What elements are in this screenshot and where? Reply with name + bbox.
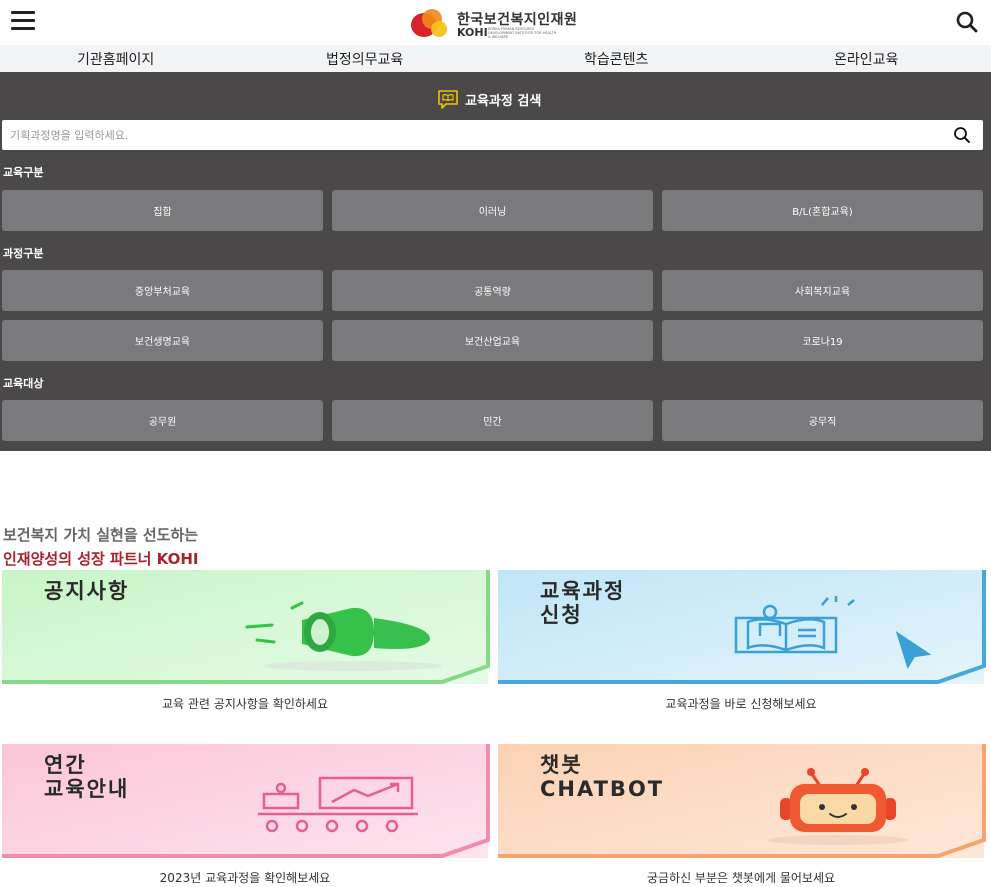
intro-tagline: 보건복지 가치 실현을 선도하는 [3,526,199,544]
kohi-logo-mark [411,9,447,37]
course-search-box [2,120,983,150]
hamburger-menu-icon[interactable] [11,11,35,31]
card-chatbot-title-line1: 챗봇 [540,753,583,777]
course-search-panel: 교육과정 검색 교육구분 집합 이러닝 B/L(혼합교육) 과정구분 중앙부처교… [0,72,991,451]
card-annual-education-guide-description: 2023년 교육과정을 확인해보세요 [159,871,331,885]
filter-chip-public-official[interactable]: 공무원 [2,400,323,441]
filter-chip-public-service-worker[interactable]: 공무직 [662,400,983,441]
nav-item-agency-homepage[interactable]: 기관홈페이지 [77,49,154,69]
search-icon[interactable] [955,10,979,34]
filter-chip-health-life[interactable]: 보건생명교육 [2,320,323,361]
filter-chip-central-ministry[interactable]: 중앙부처교육 [2,270,323,311]
filter-chip-blended[interactable]: B/L(혼합교육) [662,190,983,231]
filter-chip-private-sector[interactable]: 민간 [332,400,653,441]
kohi-logo[interactable]: 한국보건복지인재원 KOHI KOREA HUMAN RESOURCE DEVE… [410,6,580,40]
card-course-application-title-line1: 교육과정 [540,579,626,603]
card-course-application-title-line2: 신청 [540,603,583,627]
group-label-education-type: 교육구분 [3,166,44,179]
filter-chip-group-training[interactable]: 집합 [2,190,323,231]
filter-chip-health-industry[interactable]: 보건산업교육 [332,320,653,361]
filter-chip-social-welfare[interactable]: 사회복지교육 [662,270,983,311]
book-chat-icon [438,90,458,109]
card-notices[interactable]: 공지사항 [2,570,492,686]
nav-item-mandatory-education[interactable]: 법정의무교육 [326,49,403,69]
card-chatbot[interactable]: 챗봇 CHATBOT [498,744,988,860]
card-annual-education-guide[interactable]: 연간 교육안내 [2,744,492,860]
card-course-application[interactable]: 교육과정 신청 [498,570,988,686]
main-nav: 기관홈페이지 법정의무교육 학습콘텐츠 온라인교육 [0,45,991,72]
nav-item-learning-contents[interactable]: 학습콘텐츠 [584,49,648,69]
card-annual-education-guide-title-line2: 교육안내 [44,777,130,801]
card-chatbot-description: 궁금하신 부분은 챗봇에게 물어보세요 [646,871,836,885]
filter-chip-elearning[interactable]: 이러닝 [332,190,653,231]
filter-chip-covid19[interactable]: 코로나19 [662,320,983,361]
card-notices-title: 공지사항 [44,579,130,603]
nav-item-online-education[interactable]: 온라인교육 [834,49,898,69]
course-search-heading: 교육과정 검색 [437,88,541,110]
filter-chip-common-competency[interactable]: 공통역량 [332,270,653,311]
site-header: 한국보건복지인재원 KOHI KOREA HUMAN RESOURCE DEVE… [0,0,991,45]
card-annual-education-guide-title-line1: 연간 [44,753,87,777]
logo-english-text: KOHI [457,26,488,39]
course-search-input[interactable] [10,120,940,150]
group-label-target-audience: 교육대상 [3,377,44,390]
course-search-title: 교육과정 검색 [465,93,542,109]
group-label-course-category: 과정구분 [3,247,44,260]
card-course-application-description: 교육과정을 바로 신청해보세요 [665,697,817,711]
logo-subtitle: KOREA HUMAN RESOURCE DEVELOPMENT INSTITU… [488,27,557,39]
course-search-button-icon[interactable] [953,126,971,144]
card-notices-description: 교육 관련 공지사항을 확인하세요 [161,697,328,711]
card-chatbot-title-line2: CHATBOT [540,777,665,801]
intro-headline: 인재양성의 성장 파트너 KOHI [3,550,199,568]
